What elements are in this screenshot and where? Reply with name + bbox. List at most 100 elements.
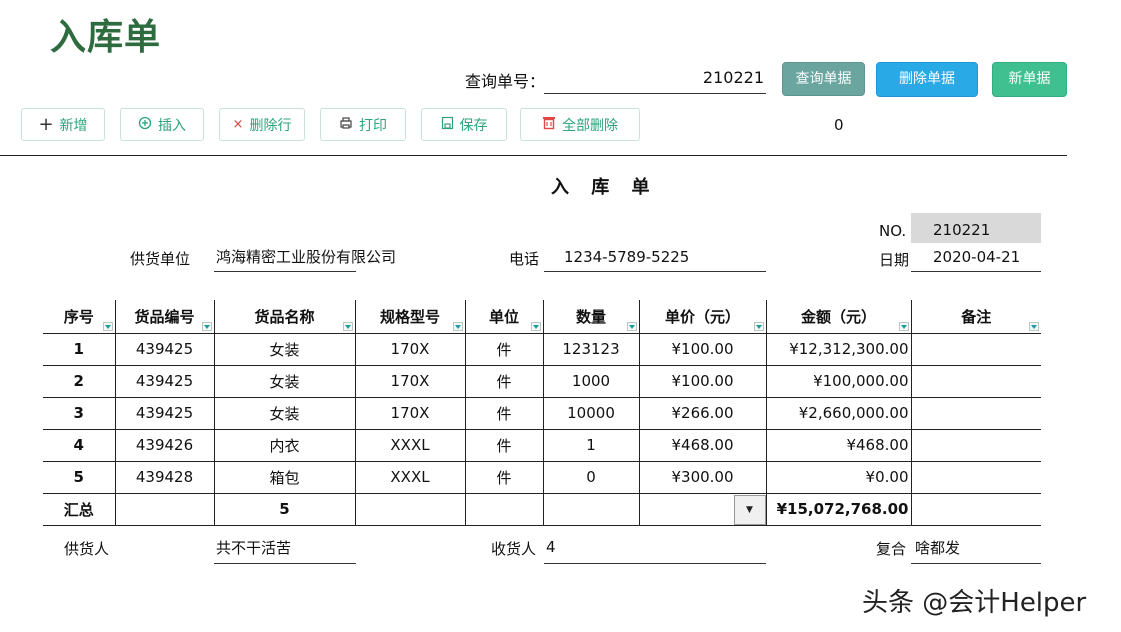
cell-qty[interactable]: 10000 bbox=[542, 397, 639, 430]
cell-empty[interactable] bbox=[464, 493, 543, 526]
cell-spec[interactable]: 170X bbox=[354, 333, 465, 366]
table-row: 4 439426 内衣 XXXL 件 1 ¥468.00 ¥468.00 bbox=[43, 429, 1041, 462]
cell-note[interactable] bbox=[910, 365, 1041, 398]
cell-unit[interactable]: 件 bbox=[464, 461, 543, 494]
cell-name[interactable]: 内衣 bbox=[213, 429, 355, 462]
cell-index[interactable]: 3 bbox=[43, 397, 115, 430]
filter-dropdown-icon[interactable] bbox=[753, 321, 764, 331]
cell-spec[interactable]: XXXL bbox=[354, 461, 465, 494]
filter-dropdown-icon[interactable] bbox=[898, 321, 909, 331]
cell-empty[interactable] bbox=[910, 493, 1041, 526]
cell-unit[interactable]: 件 bbox=[464, 333, 543, 366]
save-button[interactable]: 保存 bbox=[421, 108, 507, 141]
cell-code[interactable]: 439425 bbox=[114, 365, 214, 398]
receiver-label: 收货人 bbox=[491, 540, 537, 558]
cell-spec[interactable]: 170X bbox=[354, 365, 465, 398]
cell-note[interactable] bbox=[910, 333, 1041, 366]
cell-qty[interactable]: 123123 bbox=[542, 333, 639, 366]
cell-note[interactable] bbox=[910, 429, 1041, 462]
cell-code[interactable]: 439428 bbox=[114, 461, 214, 494]
supplier-person-field[interactable]: 共不干活苦 bbox=[214, 534, 356, 564]
cell-empty[interactable] bbox=[114, 493, 214, 526]
filter-dropdown-icon[interactable] bbox=[201, 321, 212, 331]
cell-amount[interactable]: ¥2,660,000.00 bbox=[765, 397, 911, 430]
insert-button[interactable]: 插入 bbox=[120, 108, 204, 141]
chevron-down-icon[interactable]: ▼ bbox=[733, 494, 766, 525]
header-cell[interactable]: 单位 bbox=[464, 300, 543, 334]
cell-price[interactable]: ¥266.00 bbox=[638, 397, 766, 430]
cell-index[interactable]: 1 bbox=[43, 333, 115, 366]
filter-dropdown-icon[interactable] bbox=[452, 321, 463, 331]
plus-icon: + bbox=[38, 114, 54, 135]
reviewer-field[interactable]: 啥都发 bbox=[911, 534, 1041, 564]
filter-dropdown-icon[interactable] bbox=[342, 321, 353, 331]
add-label: 新增 bbox=[59, 117, 88, 134]
header-cell[interactable]: 数量 bbox=[542, 300, 639, 334]
header-cell[interactable]: 规格型号 bbox=[354, 300, 465, 334]
delete-row-button[interactable]: × 删除行 bbox=[219, 108, 305, 141]
cell-index[interactable]: 4 bbox=[43, 429, 115, 462]
phone-field[interactable]: 1234-5789-5225 bbox=[544, 244, 766, 272]
cell-unit[interactable]: 件 bbox=[464, 397, 543, 430]
cell-name[interactable]: 女装 bbox=[213, 397, 355, 430]
add-button[interactable]: + 新增 bbox=[21, 108, 105, 141]
cell-empty[interactable]: ▼ bbox=[638, 493, 766, 526]
cell-unit[interactable]: 件 bbox=[464, 365, 543, 398]
delete-all-button[interactable]: 全部删除 bbox=[520, 108, 640, 141]
cell-code[interactable]: 439425 bbox=[114, 333, 214, 366]
cell-spec[interactable]: 170X bbox=[354, 397, 465, 430]
filter-dropdown-icon[interactable] bbox=[530, 321, 541, 331]
cell-price[interactable]: ¥468.00 bbox=[638, 429, 766, 462]
header-cell[interactable]: 货品名称 bbox=[213, 300, 355, 334]
filter-dropdown-icon[interactable] bbox=[626, 321, 637, 331]
cell-code[interactable]: 439425 bbox=[114, 397, 214, 430]
cell-spec[interactable]: XXXL bbox=[354, 429, 465, 462]
cell-price[interactable]: ¥100.00 bbox=[638, 333, 766, 366]
query-number-input[interactable]: 210221 bbox=[544, 64, 766, 94]
cell-code[interactable]: 439426 bbox=[114, 429, 214, 462]
save-icon bbox=[441, 116, 454, 134]
cell-amount[interactable]: ¥468.00 bbox=[765, 429, 911, 462]
cell-index[interactable]: 2 bbox=[43, 365, 115, 398]
cell-note[interactable] bbox=[910, 397, 1041, 430]
query-document-button[interactable]: 查询单据 bbox=[782, 62, 865, 96]
filter-dropdown-icon[interactable] bbox=[102, 321, 113, 331]
header-cell[interactable]: 备注 bbox=[910, 300, 1041, 334]
header-cell[interactable]: 单价（元） bbox=[638, 300, 766, 334]
cell-amount[interactable]: ¥0.00 bbox=[765, 461, 911, 494]
print-button[interactable]: 打印 bbox=[320, 108, 406, 141]
cell-qty[interactable]: 0 bbox=[542, 461, 639, 494]
new-document-button[interactable]: 新单据 bbox=[992, 62, 1067, 97]
header-cell[interactable]: 金额（元） bbox=[765, 300, 911, 334]
divider bbox=[0, 155, 1067, 156]
insert-icon bbox=[138, 116, 152, 134]
goods-table: 序号 货品编号 货品名称 规格型号 单位 数量 单价（元） 金额（元） 备注 1… bbox=[43, 300, 1041, 526]
cell-name[interactable]: 女装 bbox=[213, 365, 355, 398]
cell-empty[interactable] bbox=[354, 493, 465, 526]
cell-qty[interactable]: 1 bbox=[542, 429, 639, 462]
cell-amount[interactable]: ¥12,312,300.00 bbox=[765, 333, 911, 366]
total-label: 汇总 bbox=[43, 493, 115, 526]
header-cell[interactable]: 序号 bbox=[43, 300, 115, 334]
cell-index[interactable]: 5 bbox=[43, 461, 115, 494]
filter-dropdown-icon[interactable] bbox=[1029, 321, 1039, 331]
table-row: 2 439425 女装 170X 件 1000 ¥100.00 ¥100,000… bbox=[43, 365, 1041, 398]
receiver-field[interactable]: 4 bbox=[544, 534, 766, 564]
cell-name[interactable]: 女装 bbox=[213, 333, 355, 366]
cell-amount[interactable]: ¥100,000.00 bbox=[765, 365, 911, 398]
cell-qty[interactable]: 1000 bbox=[542, 365, 639, 398]
delete-document-button[interactable]: 删除单据 bbox=[876, 62, 978, 97]
cell-unit[interactable]: 件 bbox=[464, 429, 543, 462]
supplier-person-label: 供货人 bbox=[64, 540, 110, 558]
print-label: 打印 bbox=[359, 117, 387, 134]
cell-price[interactable]: ¥100.00 bbox=[638, 365, 766, 398]
cell-empty[interactable] bbox=[542, 493, 639, 526]
cell-note[interactable] bbox=[910, 461, 1041, 494]
cell-price[interactable]: ¥300.00 bbox=[638, 461, 766, 494]
watermark-text: 头条 @会计Helper bbox=[862, 588, 1087, 618]
cell-name[interactable]: 箱包 bbox=[213, 461, 355, 494]
date-field[interactable]: 2020-04-21 bbox=[911, 244, 1041, 272]
query-label: 查询单号： bbox=[465, 72, 546, 91]
supplier-field[interactable]: 鸿海精密工业股份有限公司 bbox=[214, 244, 396, 272]
header-cell[interactable]: 货品编号 bbox=[114, 300, 214, 334]
